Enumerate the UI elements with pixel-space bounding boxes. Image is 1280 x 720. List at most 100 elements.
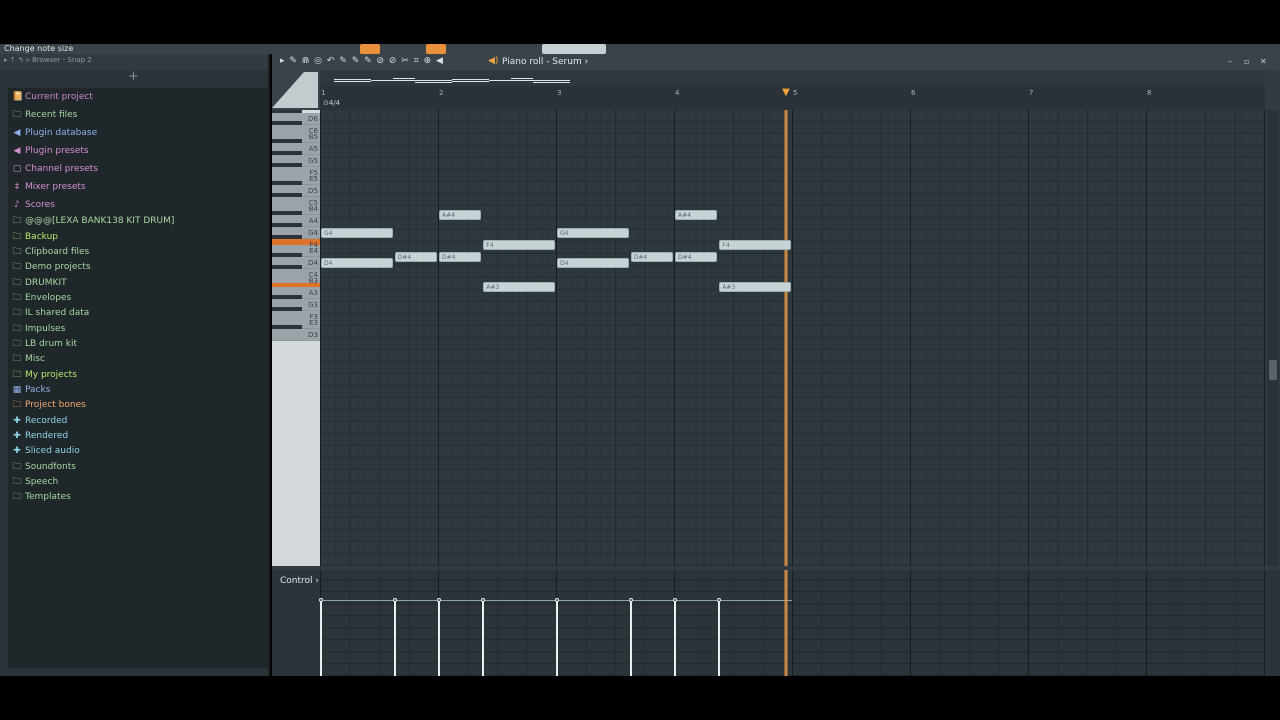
browser-add-button[interactable]: + [128, 70, 139, 83]
velocity-handle[interactable] [437, 598, 441, 602]
velocity-handle[interactable] [717, 598, 722, 602]
piano-roll-title[interactable]: Piano roll - Serum › [502, 57, 588, 67]
note-label: A#3 [722, 284, 736, 291]
piano-key-label: B3 [308, 277, 318, 285]
note-block[interactable]: A#4 [675, 210, 718, 220]
note-block[interactable]: A#3 [719, 282, 791, 292]
toolbar-button[interactable] [426, 44, 446, 54]
browser-item[interactable]: ◀ Plugin presets [12, 144, 89, 158]
browser-item[interactable]: 🗀 @@@[LEXA BANK138 KIT DRUM] [12, 214, 174, 228]
playhead-marker-icon[interactable]: ▼ [782, 88, 790, 98]
browser-item[interactable]: 🗀 LB drum kit [12, 337, 77, 351]
browser-item[interactable]: ✚ Recorded [12, 414, 67, 428]
browser-item-label: Backup [25, 232, 58, 242]
browser-item-label: Mixer presets [25, 182, 86, 192]
note-block[interactable]: D4 [557, 258, 629, 268]
control-dropdown[interactable]: Control › [280, 576, 319, 586]
browser-item-label: My projects [25, 370, 77, 380]
velocity-handle[interactable] [673, 598, 677, 602]
note-block[interactable]: D4 [321, 258, 393, 268]
browser-item[interactable]: ‡ Mixer presets [12, 180, 86, 194]
browser-item[interactable]: 🗀 Misc [12, 352, 44, 366]
browser-item[interactable]: 🗀 Recent files [12, 108, 77, 122]
velocity-handle[interactable] [628, 598, 633, 602]
browser-item[interactable]: ◀ Plugin database [12, 126, 98, 140]
velocity-bar[interactable] [320, 601, 322, 676]
browser-item-label: Recent files [25, 110, 78, 120]
zoom-wedge-icon[interactable] [272, 70, 320, 110]
velocity-bar[interactable] [482, 601, 485, 676]
browser-item[interactable]: ♪ Scores [12, 198, 55, 212]
note-block[interactable]: D#4 [630, 252, 673, 262]
bar-number: 2 [439, 89, 444, 97]
overview-note [415, 79, 452, 81]
note-overview-strip[interactable] [320, 70, 1265, 86]
scrollbar-thumb[interactable] [1269, 360, 1277, 380]
browser-item[interactable]: 🗀 Project bones [12, 398, 85, 412]
browser-item[interactable]: 🗀 IL shared data [12, 306, 89, 320]
note-block[interactable]: G4 [321, 228, 393, 238]
piano-roll-corner [272, 70, 320, 110]
minimize-icon[interactable]: – [1228, 57, 1232, 66]
folder-icon: ✚ [13, 431, 21, 441]
browser-item[interactable]: 🗀 Clipboard files [12, 245, 89, 259]
note-block[interactable]: F4 [719, 240, 791, 250]
velocity-bar[interactable] [438, 601, 440, 676]
browser-item[interactable]: ▢ Channel presets [12, 162, 98, 176]
browser-item-label: Plugin database [25, 128, 98, 138]
folder-icon: 🗀 [12, 354, 22, 364]
browser-item[interactable]: 🗀 Backup [12, 230, 58, 244]
note-block[interactable]: D#4 [675, 252, 718, 262]
folder-icon: 🗀 [12, 324, 22, 334]
velocity-bar[interactable] [718, 601, 721, 676]
close-icon[interactable]: ✕ [1260, 57, 1267, 66]
overview-note [533, 82, 570, 84]
browser-item[interactable]: 📔 Current project [12, 90, 93, 104]
folder-icon: 🗀 [12, 462, 22, 472]
playhead-line [784, 110, 789, 566]
browser-item[interactable]: 🗀 Templates [12, 490, 70, 504]
velocity-bar[interactable] [556, 601, 558, 676]
note-block[interactable]: D#4 [439, 252, 482, 262]
browser-item-label: Speech [25, 477, 59, 487]
velocity-bar[interactable] [674, 601, 676, 676]
velocity-handle[interactable] [555, 598, 559, 602]
velocity-handle[interactable] [319, 598, 323, 602]
toolbar-button[interactable] [360, 44, 380, 54]
time-signature[interactable]: ⊙4/4 [323, 99, 340, 107]
note-block[interactable]: D#4 [394, 252, 437, 262]
browser-item-label: @@@[LEXA BANK138 KIT DRUM] [25, 216, 175, 226]
browser-item[interactable]: 🗀 Envelopes [12, 291, 71, 305]
pattern-display[interactable] [542, 44, 606, 54]
browser-item[interactable]: 🗀 Demo projects [12, 260, 90, 274]
note-grid[interactable]: G4 D4 D#4 A#4 D#4 F4 A#3 G4 D4 D#4 A#4 D#4 F4 A#3 [320, 110, 1265, 566]
maximize-icon[interactable]: ▫ [1244, 57, 1249, 66]
browser-item[interactable]: ✚ Sliced audio [12, 444, 80, 458]
browser-item[interactable]: ✚ Rendered [12, 429, 68, 443]
note-label: D#4 [678, 254, 692, 261]
velocity-grid[interactable] [319, 570, 1265, 676]
browser-item[interactable]: 🗀 DRUMKIT [12, 276, 66, 290]
browser-path[interactable]: ▸ ⇡ ↰ ⌕ Browser - Snap 2 [4, 56, 92, 65]
browser-item[interactable]: ▦ Packs [12, 383, 51, 397]
note-block[interactable]: A#3 [483, 282, 555, 292]
timeline-ruler[interactable]: ⊙4/4 1 2 3 4 5 6 7 8 ▼ [320, 86, 1265, 110]
overview-note [415, 82, 452, 84]
browser-item[interactable]: 🗀 Speech [12, 475, 58, 489]
piano-roll-tools[interactable]: ▸ ✎ ⋒ ◎ ↶ ✎ ✎ ✎ ⊘ ⊘ ✂ ⌗ ⊕ ◀ [280, 56, 444, 66]
velocity-handle[interactable] [392, 598, 397, 602]
piano-keyboard[interactable]: D6 C6 B5 A5 G5 F5 E5 D5 C5 B4 A4 G4 F4 E4 D4 C4 B3 A3 G3 F3… [272, 110, 320, 566]
folder-icon: 🗀 [12, 308, 22, 318]
browser-item[interactable]: 🗀 Soundfonts [12, 460, 75, 474]
vertical-scrollbar[interactable] [1267, 110, 1279, 566]
velocity-bar[interactable] [393, 601, 396, 676]
velocity-handle[interactable] [481, 598, 486, 602]
browser-item[interactable]: 🗀 Impulses [12, 322, 65, 336]
velocity-bar[interactable] [629, 601, 632, 676]
browser-item[interactable]: 🗀 My projects [12, 368, 77, 382]
arrow-icon[interactable]: ▸ ⇡ ↰ ⌕ [4, 56, 32, 64]
folder-icon: 🗀 [12, 370, 22, 380]
note-block[interactable]: G4 [557, 228, 629, 238]
note-block[interactable]: A#4 [439, 210, 482, 220]
note-block[interactable]: F4 [483, 240, 555, 250]
